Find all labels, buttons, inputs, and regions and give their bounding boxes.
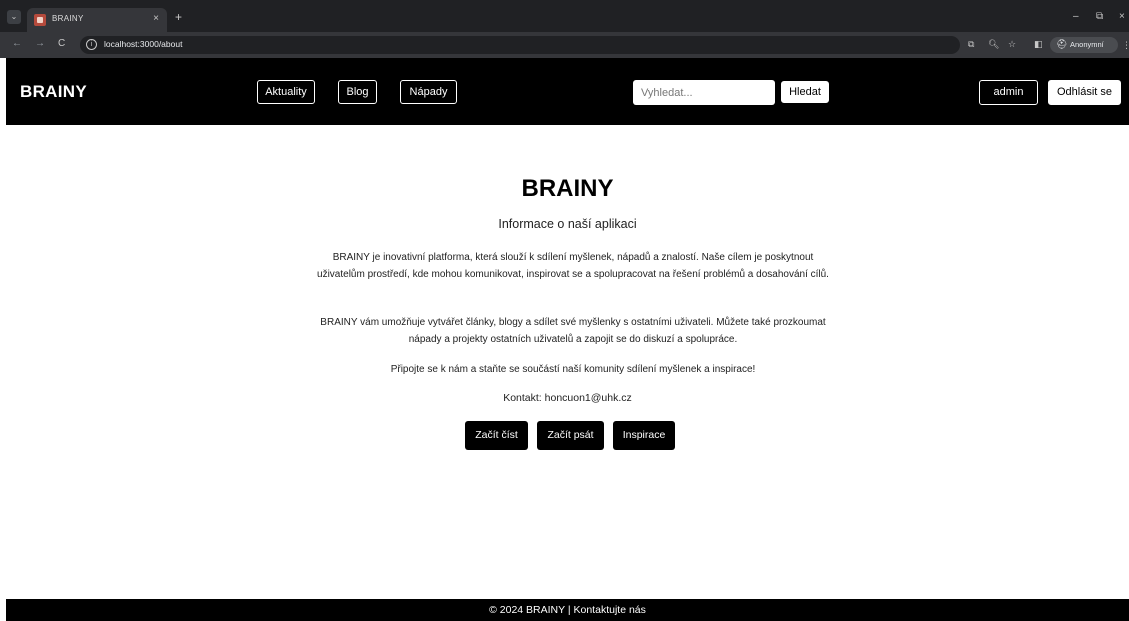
browser-menu-icon[interactable]: ⋮ <box>1122 40 1129 51</box>
page-title: BRAINY <box>521 175 614 202</box>
search-button[interactable]: Hledat <box>781 81 829 103</box>
new-tab-icon[interactable]: + <box>175 11 182 23</box>
incognito-icon: ⛑ <box>1056 39 1068 49</box>
nav-link-napady[interactable]: Nápady <box>400 80 457 104</box>
tab-search-icon[interactable]: ⌄ <box>7 10 21 24</box>
nav-link-aktuality[interactable]: Aktuality <box>257 80 315 104</box>
back-icon[interactable]: ← <box>12 38 22 50</box>
reload-icon[interactable]: C <box>58 38 65 50</box>
search-input[interactable] <box>633 80 775 105</box>
logout-button[interactable]: Odhlásit se <box>1048 80 1121 105</box>
nav-link-blog[interactable]: Blog <box>338 80 377 104</box>
side-panel-icon[interactable]: ◧ <box>1034 39 1043 50</box>
site-footer: © 2024 BRAINY | Kontaktujte nás <box>6 599 1129 621</box>
close-window-icon[interactable]: × <box>1119 12 1125 22</box>
address-bar[interactable]: i localhost:3000/about <box>80 36 960 54</box>
incognito-label: Anonymní <box>1070 40 1104 49</box>
join-paragraph: Připojte se k nám a staňte se součástí n… <box>390 364 756 375</box>
tab-close-icon[interactable]: × <box>153 13 159 25</box>
maximize-icon[interactable]: ⧉ <box>1096 12 1103 22</box>
minimize-icon[interactable]: – <box>1073 12 1079 22</box>
browser-tab[interactable]: BRAINY × <box>27 8 167 32</box>
zoom-icon[interactable]: 🔍︎ <box>988 39 999 50</box>
brand-logo[interactable]: BRAINY <box>20 82 87 102</box>
site-info-icon[interactable]: i <box>86 39 97 50</box>
site-navbar: BRAINY Aktuality Blog Nápady Hledat admi… <box>6 58 1129 125</box>
user-button[interactable]: admin <box>979 80 1038 105</box>
translate-icon[interactable]: ⧉ <box>968 39 974 50</box>
browser-toolbar: ← → C i localhost:3000/about ⧉ 🔍︎ ☆ ◧ ⛑ … <box>0 32 1129 58</box>
bookmark-star-icon[interactable]: ☆ <box>1008 39 1016 50</box>
inspiration-button[interactable]: Inspirace <box>613 421 675 450</box>
start-writing-button[interactable]: Začít psát <box>537 421 604 450</box>
forward-icon[interactable]: → <box>35 38 45 50</box>
browser-chrome: ⌄ BRAINY × + – ⧉ × ← → C i localhost:300… <box>0 0 1129 58</box>
page-subtitle: Informace o naší aplikaci <box>498 217 637 231</box>
tab-strip: ⌄ BRAINY × + – ⧉ × <box>0 0 1129 32</box>
footer-text[interactable]: © 2024 BRAINY | Kontaktujte nás <box>6 604 1129 616</box>
start-reading-button[interactable]: Začít číst <box>465 421 528 450</box>
favicon-icon <box>34 14 46 26</box>
features-paragraph: BRAINY vám umožňuje vytvářet články, blo… <box>320 317 826 345</box>
tab-title: BRAINY <box>52 14 84 23</box>
incognito-badge[interactable]: ⛑ Anonymní <box>1050 37 1118 53</box>
about-content: BRAINY Informace o naší aplikaci BRAINY … <box>6 125 1129 599</box>
url-text[interactable]: localhost:3000/about <box>104 39 182 49</box>
cta-buttons: Začít číst Začít psát Inspirace <box>6 421 1129 450</box>
contact-text: Kontakt: honcuon1@uhk.cz <box>503 392 632 404</box>
intro-paragraph: BRAINY je inovativní platforma, která sl… <box>317 252 829 280</box>
